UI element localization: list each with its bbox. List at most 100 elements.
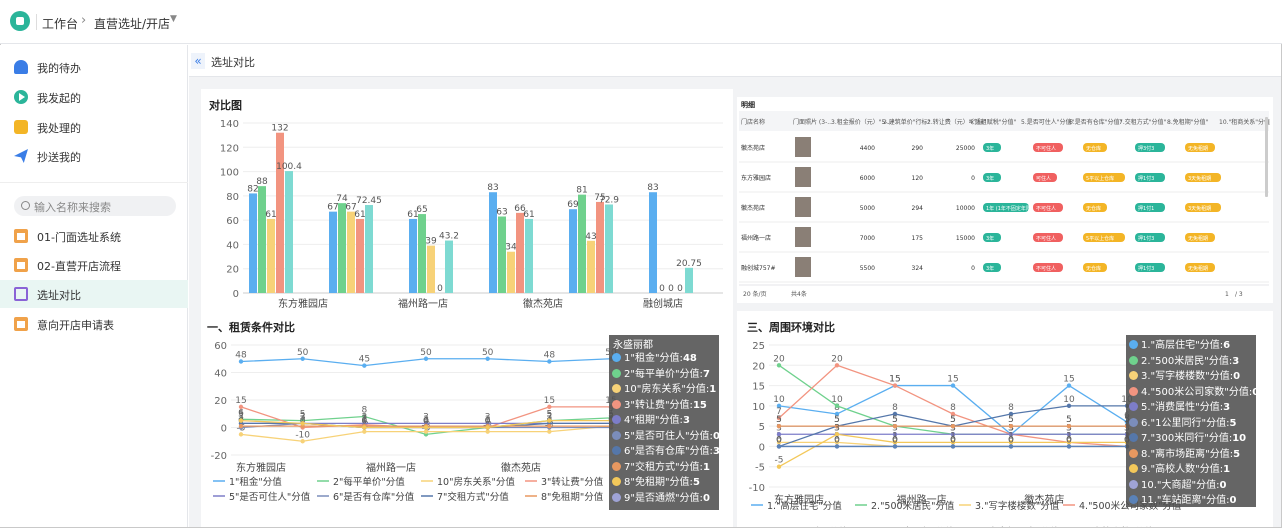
sidebar-item-site-compare[interactable]: 选址对比 — [0, 280, 188, 308]
tag-label: 5平以上仓库 — [1086, 235, 1114, 242]
tooltip-label: 9."高校人数"分值: — [1141, 464, 1224, 475]
tag-label: 押1付3 — [1138, 175, 1154, 182]
sidebar-item-label: 我发起的 — [37, 92, 81, 105]
bar — [596, 201, 604, 293]
sidebar-item-cc[interactable]: 抄送我的 — [0, 142, 188, 170]
tag-label: 3年 — [986, 145, 994, 152]
photo-thumbnail — [795, 257, 811, 277]
breadcrumb-workspace[interactable]: 工作台 — [42, 15, 78, 32]
clipboard-icon — [14, 229, 28, 243]
tag-label: 无仓库 — [1086, 205, 1101, 212]
tag-label: 可住人 — [1036, 175, 1051, 182]
series-dot-icon — [1129, 495, 1138, 504]
series-dot-icon — [612, 384, 621, 393]
data-label: 8 — [1008, 403, 1014, 413]
x-tick-label: 福州路一店 — [398, 297, 448, 310]
table-cell-price: 324 — [912, 265, 924, 272]
bar — [409, 218, 417, 293]
tag-label: 5平以上仓库 — [1086, 175, 1114, 182]
tab-site-compare[interactable]: 选址对比 — [211, 54, 255, 70]
data-label: 63 — [496, 208, 507, 218]
page-total: / 3 — [1235, 291, 1243, 298]
tooltip-row: 5."消费属性"分值:3 — [1129, 398, 1231, 413]
y-tick-label: 5 — [759, 422, 765, 433]
x-tick-label: 福州路一店 — [366, 461, 416, 474]
table-header-cell: 8.免租期"分值" — [1167, 118, 1208, 126]
table-cell-price: 175 — [912, 235, 924, 242]
series-dot-icon — [1129, 402, 1138, 411]
collapse-sidebar-icon[interactable]: « — [191, 53, 205, 69]
tooltip-label: 3."写字楼楼数"分值: — [1141, 371, 1234, 382]
y-tick-label: 0 — [759, 442, 765, 453]
search-input[interactable]: 输入名称来搜索 — [14, 196, 176, 216]
bar — [285, 171, 293, 293]
bar — [267, 218, 275, 293]
x-tick-label: 徽杰苑店 — [523, 297, 563, 310]
clipboard-icon — [14, 258, 28, 272]
tooltip-row: 5"是否可住人"分值:0 — [612, 427, 720, 442]
sidebar-item-handled[interactable]: 我处理的 — [0, 113, 188, 141]
series-dot-icon — [1129, 340, 1138, 349]
app-logo-icon[interactable] — [10, 11, 30, 31]
tag-label: 押1付3 — [1138, 265, 1154, 272]
data-label: 3 — [300, 412, 306, 422]
tooltip-value: 5 — [1233, 448, 1241, 460]
sidebar-item-label: 我处理的 — [37, 122, 81, 135]
x-tick-label: 东方雅园店 — [278, 297, 328, 310]
table-cell-price: 120 — [912, 175, 924, 182]
tooltip-value: 0 — [1229, 495, 1237, 506]
tag-label: 1年 (1年不固定年限) — [986, 205, 1033, 212]
data-label: 5 — [776, 415, 782, 425]
breadcrumb-module[interactable]: 直营选址/开店 — [94, 15, 170, 32]
data-label: 61 — [265, 210, 276, 220]
tag-label: 无仓库 — [1086, 265, 1101, 272]
tooltip-label: 3"转让费"分值: — [624, 399, 693, 411]
sidebar-item-todo[interactable]: 我的待办 — [0, 53, 188, 81]
tooltip-value: 3 — [1223, 402, 1231, 413]
tooltip-value: 0 — [1252, 386, 1260, 398]
y-tick-label: 0 — [233, 289, 239, 300]
tooltip-label: 4"租期"分值: — [624, 415, 683, 426]
data-label: 34 — [505, 243, 517, 253]
table-cell-name: 东方雅园店 — [741, 174, 771, 182]
sidebar-item-site-system[interactable]: 01-门面选址系统 — [0, 222, 188, 250]
caret-down-icon[interactable]: ▼ — [170, 14, 177, 24]
series-dot-icon — [612, 415, 621, 424]
table-header-cell: 2.建筑单价"行标" — [883, 118, 930, 126]
tooltip-row: 3"转让费"分值:15 — [612, 396, 707, 411]
y-tick-label: 60 — [214, 341, 227, 352]
series-dot-icon — [1129, 464, 1138, 473]
bell-icon — [14, 60, 28, 74]
bar-chart-panel: 对比图 0 20 40 60 80 100 120 140 82 88 61 132 100.4 67 74… — [201, 89, 733, 345]
divider — [0, 182, 188, 183]
legend-label: 1"租金"分值 — [229, 476, 282, 488]
bar — [365, 205, 373, 293]
data-label: 5 — [546, 410, 552, 420]
data-label: 0 — [834, 435, 840, 445]
bar — [338, 203, 346, 293]
data-label: 45 — [359, 355, 370, 365]
data-label: 43 — [585, 232, 596, 242]
sidebar-item-initiated[interactable]: 我发起的 — [0, 83, 188, 111]
tooltip-row: 11."车站距离"分值:0 — [1129, 491, 1237, 506]
sidebar-item-label: 我的待办 — [37, 62, 81, 75]
bar — [356, 218, 364, 293]
sidebar-item-open-process[interactable]: 02-直营开店流程 — [0, 251, 188, 279]
data-label: 48 — [544, 351, 556, 361]
bar — [347, 211, 355, 293]
bar — [258, 186, 266, 293]
table-cell-name: 徽杰苑店 — [741, 204, 765, 212]
data-label: 132 — [271, 124, 288, 134]
sidebar-item-intent-form[interactable]: 意向开店申请表 — [0, 310, 188, 338]
tooltip-label: 5."消费属性"分值: — [1141, 402, 1224, 413]
data-label: 0 — [423, 417, 429, 427]
table-cell-rent: 4400 — [860, 145, 875, 152]
table-header-cell: 4.适租赋税"分值" — [969, 118, 1016, 126]
table-cell-rent: 5000 — [860, 205, 875, 212]
bar — [569, 209, 577, 293]
table-cell-rent: 6000 — [860, 175, 875, 182]
y-tick-label: 120 — [220, 143, 239, 154]
tooltip-value: 10 — [1232, 433, 1247, 444]
data-label: 81 — [576, 186, 587, 196]
bar — [498, 216, 506, 293]
